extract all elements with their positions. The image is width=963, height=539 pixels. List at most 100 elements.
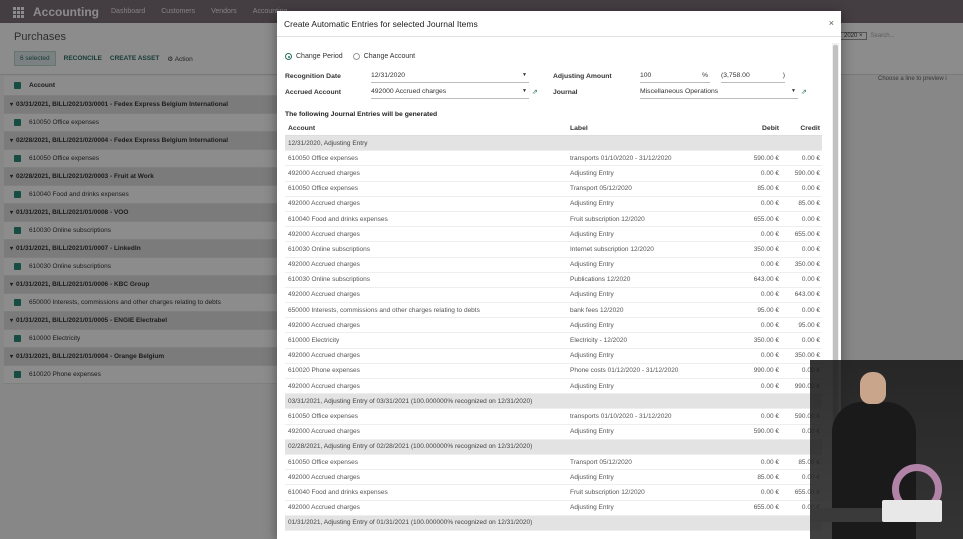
change-period-option[interactable]: Change Period xyxy=(285,53,343,60)
debit-cell: 0.00 € xyxy=(760,169,779,177)
label-column-header: Label xyxy=(570,124,588,132)
label-cell: Transport 05/12/2020 xyxy=(570,458,632,466)
debit-cell: 0.00 € xyxy=(760,412,779,420)
table-row: 610040 Food and drinks expenses Fruit sub… xyxy=(285,212,822,228)
account-cell: 492000 Accrued charges xyxy=(288,382,360,390)
action-radio-group: Change Period Change Account xyxy=(285,53,425,60)
change-account-option[interactable]: Change Account xyxy=(352,53,415,60)
label-cell: Adjusting Entry xyxy=(570,382,614,390)
credit-cell: 0.00 € xyxy=(801,337,820,345)
entries-table: Account Label Debit Credit 12/31/2020, A… xyxy=(285,121,822,531)
adjusting-total-paren: ) xyxy=(782,72,785,79)
credit-cell: 655.00 € xyxy=(794,230,820,238)
label-cell: Adjusting Entry xyxy=(570,169,614,177)
external-link-icon[interactable]: ⇗ xyxy=(801,88,807,96)
debit-cell: 95.00 € xyxy=(757,306,779,314)
change-period-label: Change Period xyxy=(296,53,343,60)
chevron-down-icon: ▼ xyxy=(522,72,527,78)
debit-cell: 643.00 € xyxy=(753,276,779,284)
credit-cell: 0.00 € xyxy=(801,306,820,314)
table-row: 610030 Online subscriptions Internet subs… xyxy=(285,242,822,258)
table-row: 610050 Office expenses transports 01/10/2… xyxy=(285,409,822,425)
credit-cell: 350.00 € xyxy=(794,352,820,360)
debit-cell: 0.00 € xyxy=(760,321,779,329)
app-root: Accounting Dashboard Customers Vendors A… xyxy=(0,0,963,539)
debit-cell: 590.00 € xyxy=(753,428,779,436)
entry-group-row: 01/31/2021, Adjusting Entry of 01/31/202… xyxy=(285,515,822,531)
label-cell: Adjusting Entry xyxy=(570,321,614,329)
recognition-date-value: 12/31/2020 xyxy=(371,72,406,79)
table-row: 610030 Online subscriptions Publications … xyxy=(285,273,822,288)
entry-group-row: 03/31/2021, Adjusting Entry of 03/31/202… xyxy=(285,394,822,410)
label-cell: Adjusting Entry xyxy=(570,473,614,481)
label-cell: Adjusting Entry xyxy=(570,504,614,512)
generated-entries-title: The following Journal Entries will be ge… xyxy=(285,111,438,118)
label-cell: Adjusting Entry xyxy=(570,352,614,360)
debit-cell: 0.00 € xyxy=(760,488,779,496)
adjusting-amount-field[interactable]: 100 % xyxy=(640,72,710,83)
presenter-video-inset xyxy=(810,360,963,539)
chevron-down-icon: ▼ xyxy=(522,88,527,94)
label-cell: Transport 05/12/2020 xyxy=(570,185,632,193)
chevron-down-icon: ▼ xyxy=(791,88,796,94)
table-row: 492000 Accrued charges Adjusting Entry 0.0… xyxy=(285,227,822,243)
adjusting-total-value: (3,758.00 xyxy=(721,72,750,79)
close-icon[interactable]: × xyxy=(829,18,834,28)
debit-cell: 655.00 € xyxy=(753,215,779,223)
credit-cell: 643.00 € xyxy=(794,291,820,299)
accrued-account-field[interactable]: 492000 Accrued charges ▼ xyxy=(371,88,529,99)
account-cell: 610050 Office expenses xyxy=(288,412,358,420)
label-cell: Internet subscription 12/2020 xyxy=(570,245,654,253)
debit-cell: 0.00 € xyxy=(760,230,779,238)
account-cell: 492000 Accrued charges xyxy=(288,428,360,436)
journal-field[interactable]: Miscellaneous Operations ▼ xyxy=(640,88,798,99)
account-column-header: Account xyxy=(288,124,316,132)
credit-cell: 95.00 € xyxy=(798,321,820,329)
external-link-icon[interactable]: ⇗ xyxy=(532,88,538,96)
credit-cell: 590.00 € xyxy=(794,169,820,177)
table-row: 492000 Accrued charges Adjusting Entry 655… xyxy=(285,501,822,516)
label-cell: bank fees 12/2020 xyxy=(570,306,624,314)
credit-cell: 85.00 € xyxy=(798,200,820,208)
debit-cell: 0.00 € xyxy=(760,382,779,390)
debit-cell: 0.00 € xyxy=(760,261,779,269)
account-cell: 610050 Office expenses xyxy=(288,154,358,162)
radio-unchecked-icon[interactable] xyxy=(352,53,360,60)
account-cell: 492000 Accrued charges xyxy=(288,200,360,208)
table-row: 492000 Accrued charges Adjusting Entry 0.0… xyxy=(285,379,822,395)
label-cell: transports 01/10/2020 - 31/12/2020 xyxy=(570,412,672,420)
entry-group-label: 12/31/2020, Adjusting Entry xyxy=(288,139,368,147)
table-row: 492000 Accrued charges Adjusting Entry 0.0… xyxy=(285,166,822,182)
account-cell: 610020 Phone expenses xyxy=(288,367,360,375)
table-header: Account Label Debit Credit xyxy=(285,121,822,136)
label-cell: Fruit subscription 12/2020 xyxy=(570,488,645,496)
device xyxy=(882,500,942,522)
journal-label: Journal xyxy=(553,89,578,96)
recognition-date-label: Recognition Date xyxy=(285,73,341,80)
table-row: 492000 Accrued charges Adjusting Entry 0.0… xyxy=(285,318,822,334)
account-cell: 492000 Accrued charges xyxy=(288,230,360,238)
label-cell: Adjusting Entry xyxy=(570,428,614,436)
account-cell: 610050 Office expenses xyxy=(288,185,358,193)
accrued-account-label: Accrued Account xyxy=(285,89,342,96)
table-row: 610050 Office expenses transports 01/10/2… xyxy=(285,151,822,167)
account-cell: 492000 Accrued charges xyxy=(288,473,360,481)
credit-cell: 0.00 € xyxy=(801,215,820,223)
adjusting-amount-value: 100 xyxy=(640,72,652,79)
table-row: 650000 Interests, commissions and other … xyxy=(285,303,822,319)
entry-group-row: 02/28/2021, Adjusting Entry of 02/28/202… xyxy=(285,439,822,455)
dialog-title: Create Automatic Entries for selected Jo… xyxy=(284,18,478,29)
debit-cell: 350.00 € xyxy=(753,245,779,253)
debit-cell: 655.00 € xyxy=(753,504,779,512)
adjusting-amount-label: Adjusting Amount xyxy=(553,73,612,80)
recognition-date-field[interactable]: 12/31/2020 ▼ xyxy=(371,72,529,83)
table-row: 492000 Accrued charges Adjusting Entry 0.0… xyxy=(285,258,822,273)
account-cell: 492000 Accrued charges xyxy=(288,261,360,269)
label-cell: Adjusting Entry xyxy=(570,261,614,269)
table-row: 610020 Phone expenses Phone costs 01/12/2… xyxy=(285,364,822,379)
adjusting-amount-total: (3,758.00 ) xyxy=(721,72,785,83)
credit-cell: 0.00 € xyxy=(801,154,820,162)
credit-cell: 0.00 € xyxy=(801,185,820,193)
entry-group-row: 12/31/2020, Adjusting Entry xyxy=(285,136,822,152)
radio-checked-icon[interactable] xyxy=(285,53,292,60)
